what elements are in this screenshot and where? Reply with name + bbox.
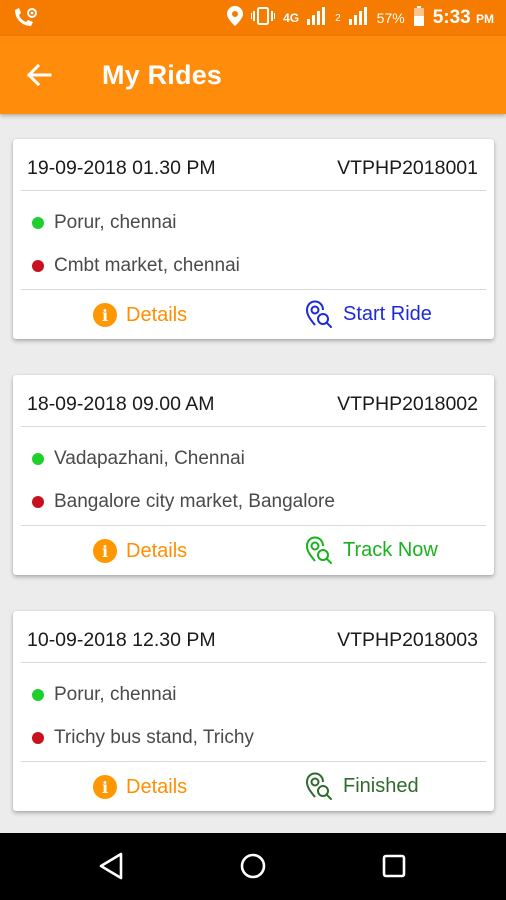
details-label: Details <box>126 303 188 326</box>
nav-home-button[interactable] <box>236 849 270 883</box>
app-bar: My Rides <box>0 36 506 114</box>
drop-location: Cmbt market, chennai <box>32 255 240 277</box>
ride-card-header: 19-09-2018 01.30 PM VTPHP2018001 <box>21 139 486 191</box>
ride-id: VTPHP2018003 <box>337 629 478 651</box>
system-nav-bar <box>0 833 506 900</box>
page-title: My Rides <box>102 60 223 90</box>
ride-action-label: Start Ride <box>343 302 432 325</box>
pickup-dot-icon <box>32 689 44 701</box>
ride-action-button[interactable]: Track Now <box>303 532 438 568</box>
nav-recents-button[interactable] <box>377 849 411 883</box>
nav-back-button[interactable] <box>95 849 129 883</box>
ride-card-header: 18-09-2018 09.00 AM VTPHP2018002 <box>21 375 486 427</box>
drop-dot-icon <box>32 260 44 272</box>
ride-card[interactable]: 19-09-2018 01.30 PM VTPHP2018001 Porur, … <box>13 139 494 339</box>
sim2-label: 2 <box>335 12 341 24</box>
info-icon: i <box>93 539 117 563</box>
clock-suffix: PM <box>476 12 494 26</box>
details-label: Details <box>126 539 188 562</box>
details-button[interactable]: i Details <box>93 298 187 332</box>
circle-home-icon <box>240 853 266 879</box>
battery-percent: 57% <box>376 10 405 26</box>
battery-icon <box>413 6 425 30</box>
ride-card-actions: i Details Finished <box>21 761 486 812</box>
details-button[interactable]: i Details <box>93 534 187 568</box>
pickup-location: Porur, chennai <box>32 212 177 234</box>
clock-time: 5:33 <box>432 7 471 28</box>
ride-date: 18-09-2018 09.00 AM <box>27 393 215 415</box>
drop-location: Bangalore city market, Bangalore <box>32 491 335 513</box>
back-arrow-icon <box>26 63 52 87</box>
details-label: Details <box>126 775 188 798</box>
network-type-label: 4G <box>283 11 300 25</box>
drop-dot-icon <box>32 496 44 508</box>
call-settings-icon <box>12 7 38 29</box>
ride-card-actions: i Details Start Ride <box>21 289 486 340</box>
ride-date: 19-09-2018 01.30 PM <box>27 157 216 179</box>
ride-card-actions: i Details Track Now <box>21 525 486 576</box>
signal-sim2-icon <box>348 7 369 29</box>
pickup-dot-icon <box>32 217 44 229</box>
map-search-icon <box>306 772 332 800</box>
pickup-location: Vadapazhani, Chennai <box>32 448 245 470</box>
info-icon: i <box>93 303 117 327</box>
pickup-dot-icon <box>32 453 44 465</box>
pickup-location-text: Porur, chennai <box>54 212 177 233</box>
square-recents-icon <box>382 854 406 878</box>
location-icon <box>227 6 244 30</box>
ride-action-label: Finished <box>343 774 419 797</box>
map-search-icon <box>306 536 332 564</box>
clock: 5:33 PM <box>433 7 494 29</box>
pickup-location-text: Porur, chennai <box>54 684 177 705</box>
ride-date: 10-09-2018 12.30 PM <box>27 629 216 651</box>
ride-card[interactable]: 10-09-2018 12.30 PM VTPHP2018003 Porur, … <box>13 611 494 811</box>
drop-location-text: Bangalore city market, Bangalore <box>54 491 335 512</box>
triangle-back-icon <box>99 852 123 880</box>
vibrate-icon <box>250 7 277 29</box>
drop-location-text: Cmbt market, chennai <box>54 255 240 276</box>
back-button[interactable] <box>24 60 54 90</box>
drop-location-text: Trichy bus stand, Trichy <box>54 727 254 748</box>
map-search-icon <box>306 300 332 328</box>
status-bar: 4G 2 57% 5:33 PM <box>0 0 506 36</box>
ride-action-button[interactable]: Finished <box>303 768 419 804</box>
drop-dot-icon <box>32 732 44 744</box>
ride-card-header: 10-09-2018 12.30 PM VTPHP2018003 <box>21 611 486 663</box>
ride-action-button[interactable]: Start Ride <box>303 296 432 332</box>
signal-sim1-icon <box>307 7 327 29</box>
pickup-location-text: Vadapazhani, Chennai <box>54 448 245 469</box>
ride-id: VTPHP2018001 <box>337 157 478 179</box>
pickup-location: Porur, chennai <box>32 684 177 706</box>
info-icon: i <box>93 775 117 799</box>
ride-action-label: Track Now <box>343 538 438 561</box>
ride-card[interactable]: 18-09-2018 09.00 AM VTPHP2018002 Vadapaz… <box>13 375 494 575</box>
drop-location: Trichy bus stand, Trichy <box>32 727 254 749</box>
details-button[interactable]: i Details <box>93 770 187 804</box>
ride-id: VTPHP2018002 <box>337 393 478 415</box>
